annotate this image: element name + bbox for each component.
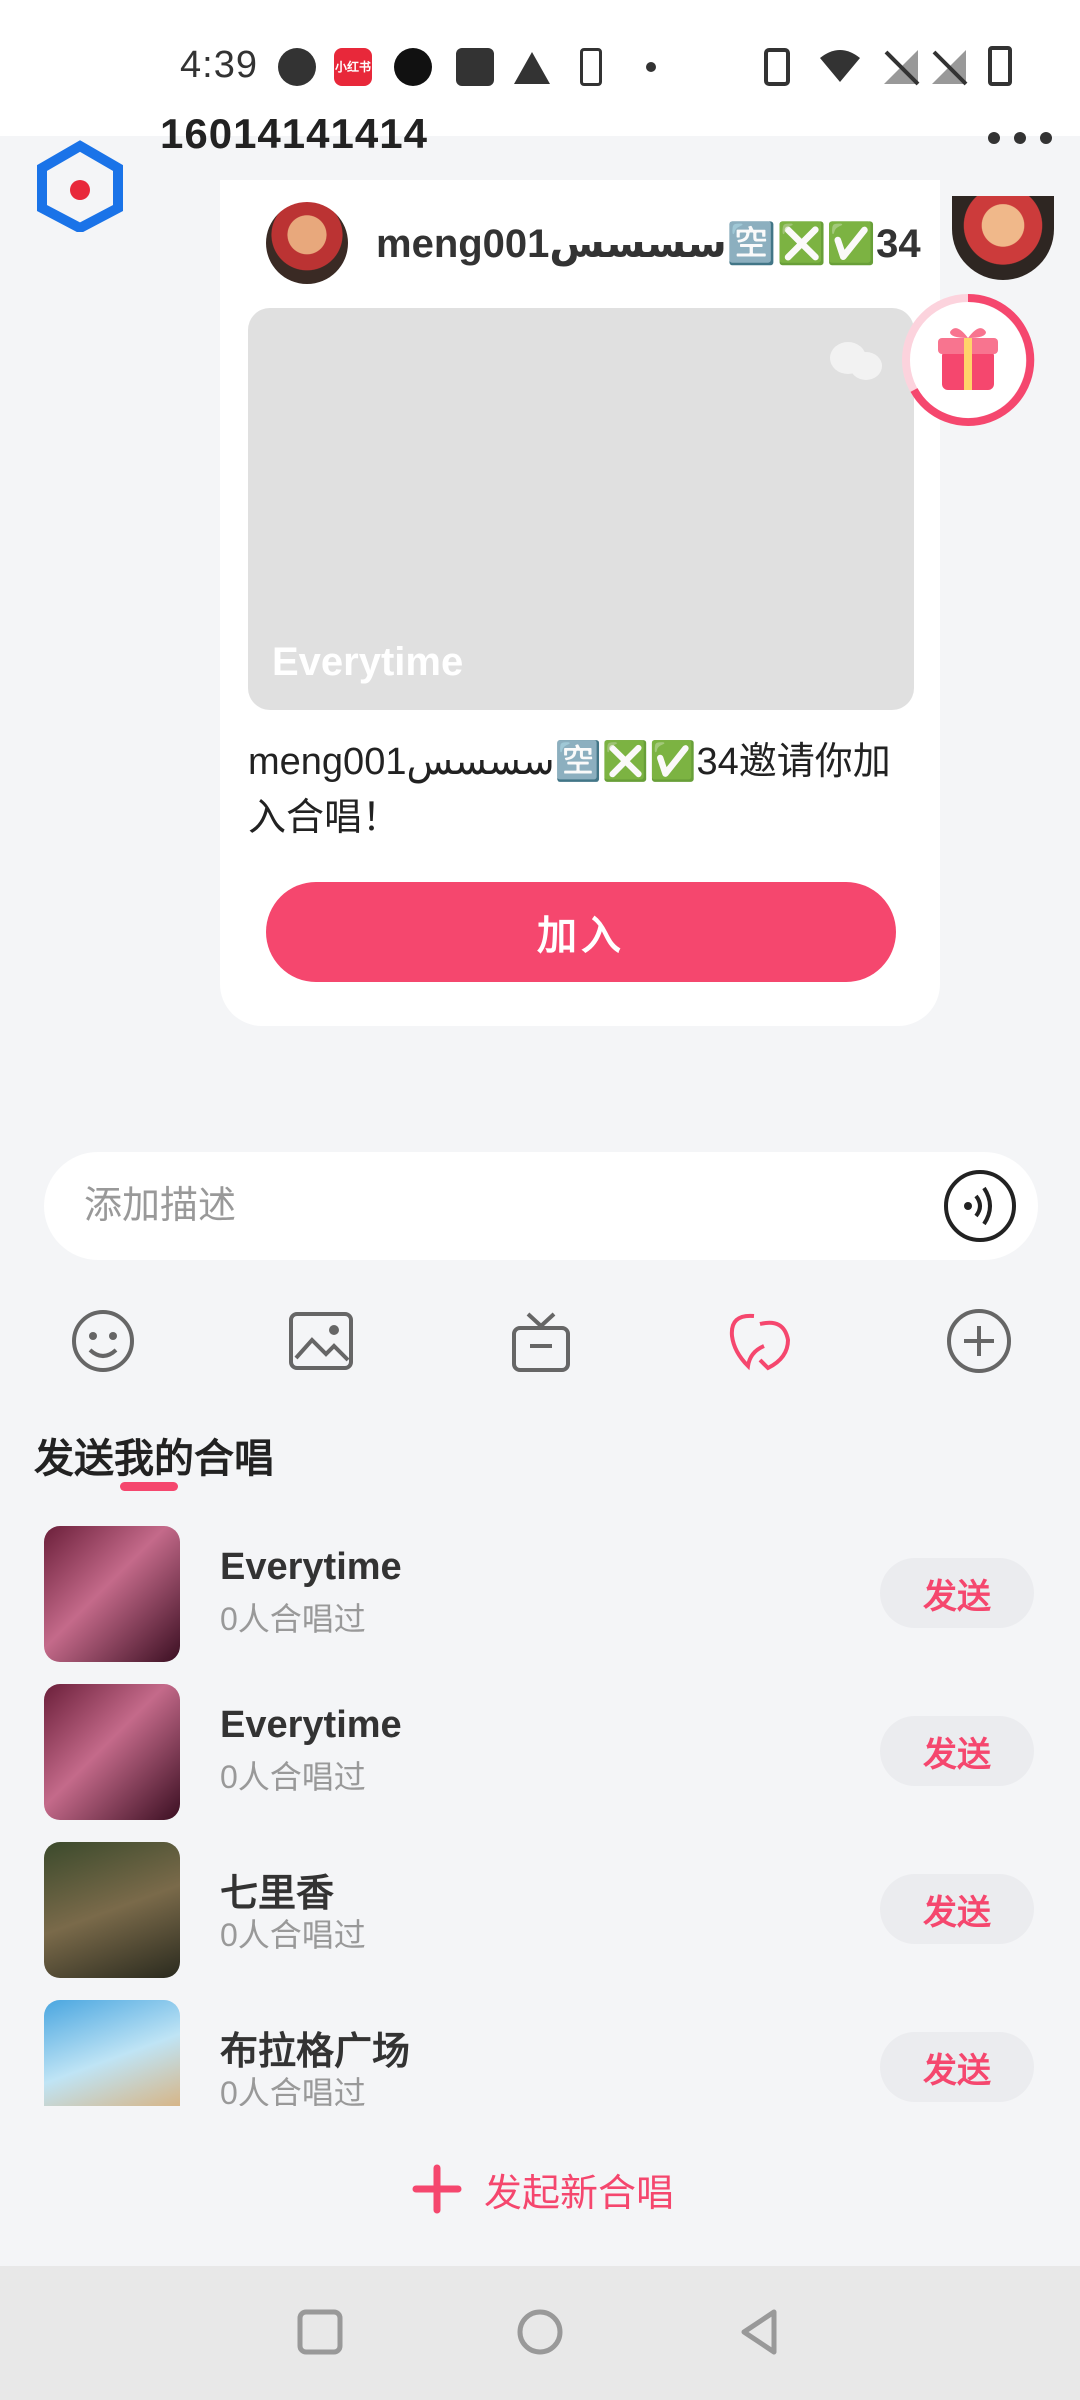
gift-icon[interactable] (506, 1306, 576, 1376)
song-chorus-count: 0人合唱过 (220, 1601, 366, 1637)
start-new-chorus-label: 发起新合唱 (484, 2172, 675, 2215)
my-avatar[interactable] (952, 196, 1054, 280)
tab-active-indicator (120, 1482, 178, 1491)
list-item: Everytime 0人合唱过 发送 (0, 1668, 1080, 1820)
song-thumbnail (44, 1684, 180, 1820)
send-button[interactable]: 发送 (880, 1716, 1034, 1786)
wifi-icon (820, 50, 860, 82)
tiktok-icon (394, 48, 432, 86)
song-chorus-count: 0人合唱过 (220, 1759, 366, 1795)
home-icon[interactable] (514, 2306, 566, 2358)
download-icon (580, 48, 602, 86)
send-button[interactable]: 发送 (880, 1874, 1034, 1944)
signal-off-icon (884, 50, 920, 86)
xiaohongshu-icon: 小红书 (334, 48, 372, 86)
app-logo-icon (37, 140, 123, 232)
vibrate-icon (764, 48, 790, 86)
list-item: 布拉格广场 0人合唱过 发送 (0, 1984, 1080, 2106)
dot-icon (988, 132, 1000, 144)
my-chorus-list[interactable]: Everytime 0人合唱过 发送 Everytime 0人合唱过 发送 七里… (0, 1510, 1080, 2106)
image-icon[interactable] (286, 1306, 356, 1376)
sender-name: meng001سسسس🈳❎✅34 (376, 222, 921, 266)
plus-icon (412, 2164, 462, 2214)
song-thumbnail (44, 1526, 180, 1662)
system-navigation-bar (0, 2266, 1080, 2400)
send-button[interactable]: 发送 (880, 1558, 1034, 1628)
app-notification-icon (278, 48, 316, 86)
invite-message: meng001سسسس🈳❎✅34邀请你加入合唱！ (248, 741, 891, 839)
song-chorus-count: 0人合唱过 (220, 1917, 366, 1953)
chorus-icon[interactable] (724, 1306, 794, 1376)
page-title: 16014141414 (160, 110, 428, 157)
battery-charging-icon (988, 46, 1012, 86)
status-time: 4:39 (180, 44, 258, 86)
emoji-icon[interactable] (68, 1306, 138, 1376)
list-item: Everytime 0人合唱过 发送 (0, 1510, 1080, 1662)
signal-off-icon (932, 50, 968, 86)
more-notifications-dot-icon (646, 62, 656, 72)
chorus-watermark-icon (830, 342, 882, 380)
song-chorus-count: 0人合唱过 (220, 2075, 366, 2106)
back-icon[interactable] (734, 2306, 786, 2358)
join-button[interactable]: 加入 (266, 882, 896, 982)
song-thumbnail (44, 1842, 180, 1978)
song-title: 七里香 (220, 1873, 335, 1915)
start-new-chorus-button[interactable]: 发起新合唱 (412, 2156, 674, 2222)
more-options-button[interactable] (988, 120, 1052, 156)
song-cover-title: Everytime (272, 640, 464, 684)
description-input-bar (44, 1152, 1038, 1260)
plus-icon[interactable] (944, 1306, 1014, 1376)
card-notification-icon (456, 48, 494, 86)
song-thumbnail (44, 2000, 180, 2106)
gift-progress-icon[interactable] (900, 292, 1036, 428)
song-title: Everytime (220, 1546, 402, 1588)
send-button[interactable]: 发送 (880, 2032, 1034, 2102)
song-title: Everytime (220, 1704, 402, 1746)
recent-apps-icon[interactable] (294, 2306, 346, 2358)
description-input[interactable] (84, 1176, 904, 1236)
dot-icon (1040, 132, 1052, 144)
dot-icon (1014, 132, 1026, 144)
warning-icon (514, 52, 550, 84)
song-title: 布拉格广场 (220, 2031, 411, 2073)
list-item: 七里香 0人合唱过 发送 (0, 1826, 1080, 1978)
sender-avatar[interactable] (266, 202, 348, 284)
tab-send-my-chorus[interactable]: 发送我的合唱 (34, 1426, 274, 1484)
voice-input-icon[interactable] (942, 1168, 1018, 1244)
